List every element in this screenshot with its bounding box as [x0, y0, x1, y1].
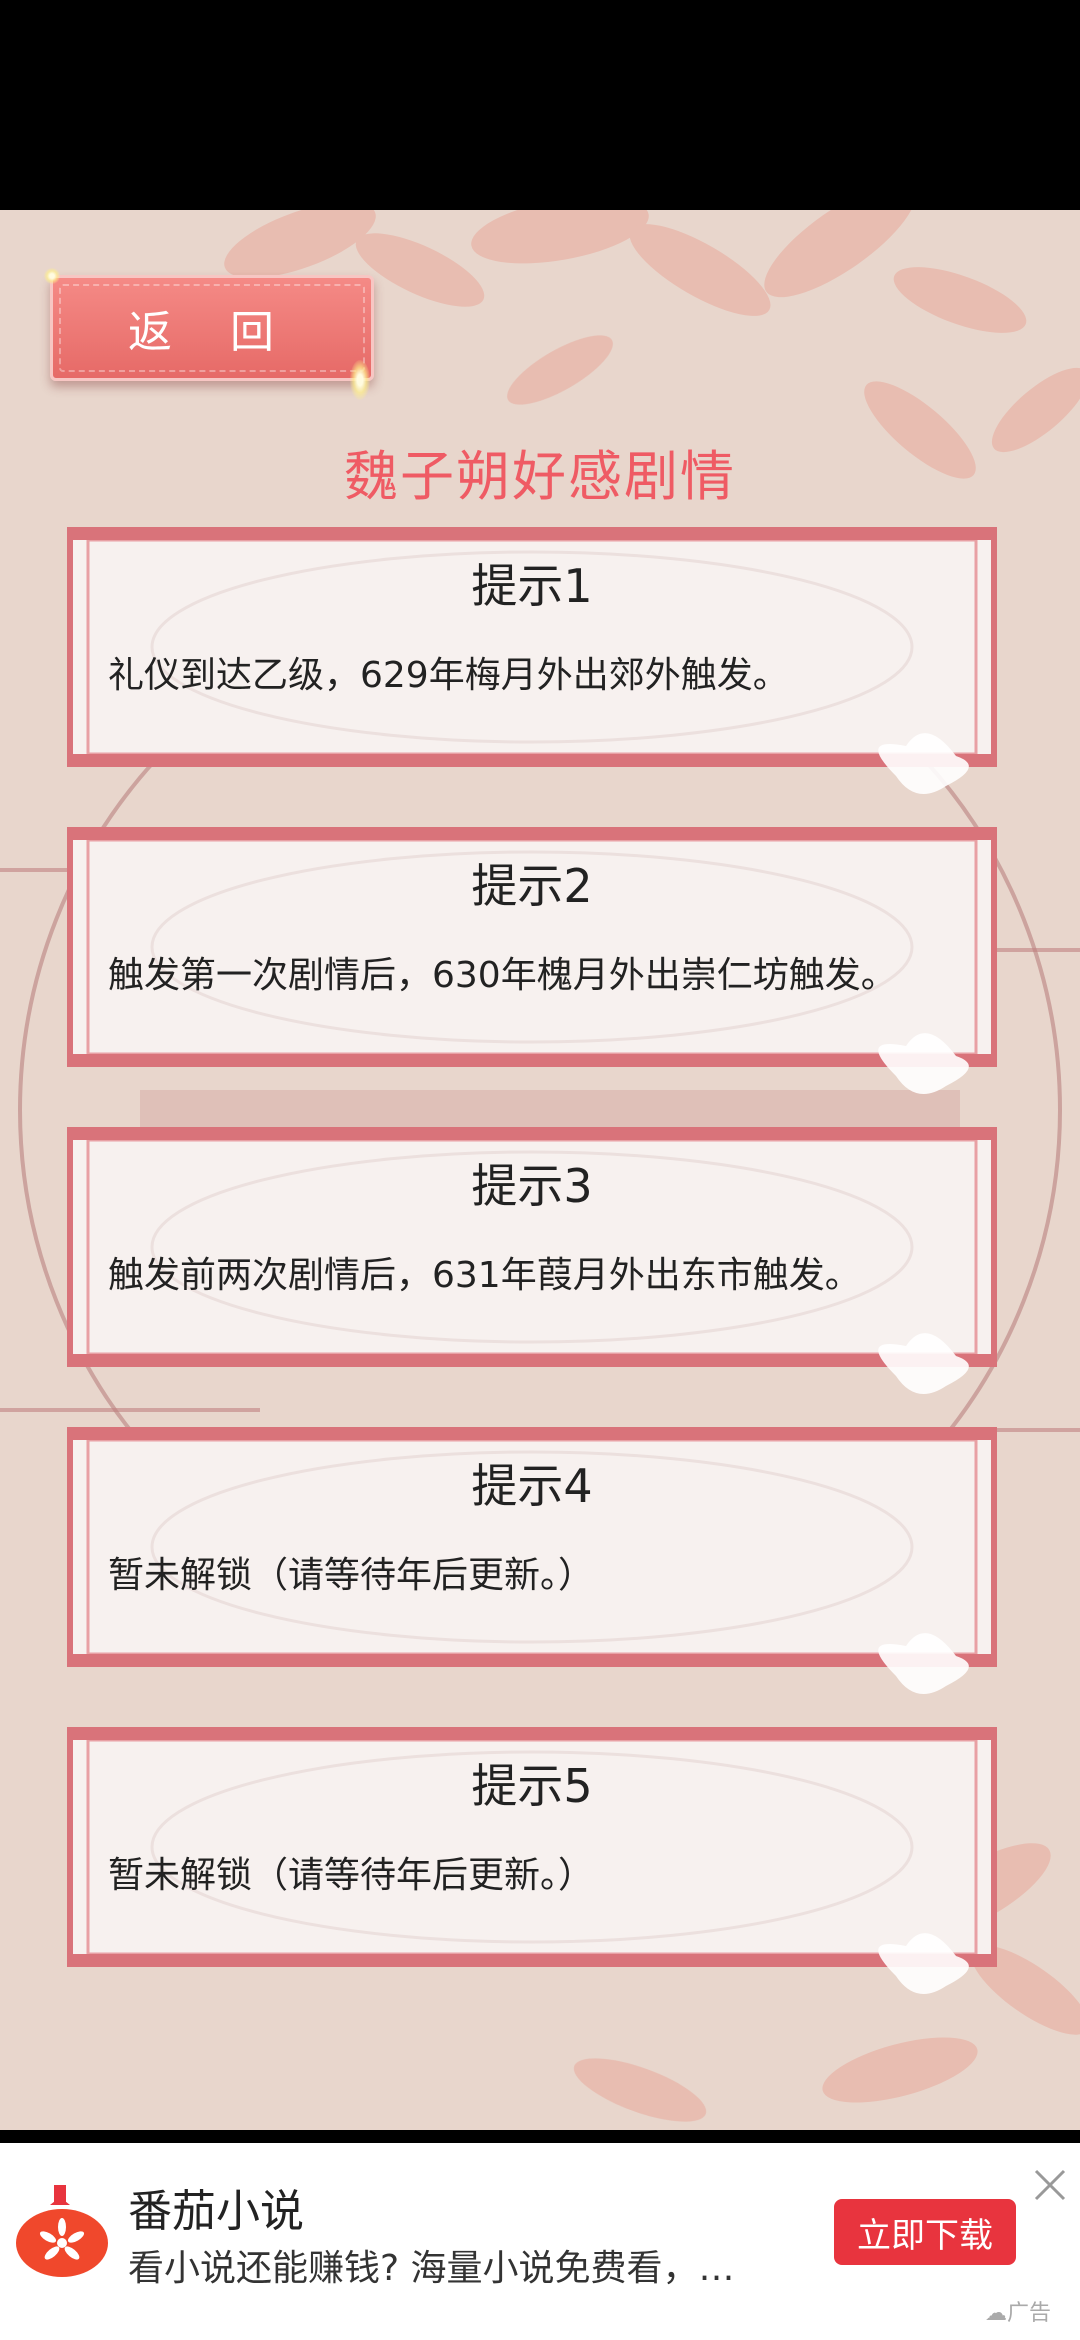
hint-title: 提示4 [471, 1459, 593, 1513]
download-button[interactable]: 立即下载 [834, 2199, 1016, 2265]
ad-tag-text: 广告 [1007, 2301, 1052, 2326]
hint-text: 礼仪到达乙级，629年梅月外出郊外触发。 [108, 655, 789, 696]
hint-title: 提示5 [471, 1759, 593, 1813]
cloud-icon: ☁ [985, 2301, 1007, 2326]
hint-title: 提示1 [471, 559, 593, 613]
hint-card: 提示2 触发第一次剧情后，630年槐月外出崇仁坊触发。 [66, 826, 998, 1094]
back-button-label: 返 回 [128, 307, 296, 358]
hint-text: 触发第一次剧情后，630年槐月外出崇仁坊触发。 [108, 955, 897, 996]
tomato-book-icon [16, 2185, 108, 2277]
hint-card: 提示3 触发前两次剧情后，631年葭月外出东市触发。 [66, 1126, 998, 1394]
hint-title: 提示3 [471, 1159, 593, 1213]
ad-app-name: 番茄小说 [128, 2186, 304, 2237]
hint-text: 暂未解锁（请等待年后更新。） [108, 1855, 595, 1896]
status-bar-area [0, 0, 1080, 210]
sparkle-icon [44, 268, 60, 284]
ad-banner[interactable]: 番茄小说 看小说还能赚钱? 海量小说免费看，… 立即下载 ☁广告 [0, 2143, 1080, 2340]
hint-card: 提示1 礼仪到达乙级，629年梅月外出郊外触发。 [66, 526, 998, 794]
sparkle-icon [350, 360, 370, 400]
back-button[interactable]: 返 回 [50, 275, 374, 381]
game-screen: 返 回 魏子朔好感剧情 提示1 礼仪到达乙级，629年梅月外出郊外触发。 提示2… [0, 210, 1080, 2130]
close-icon[interactable] [1030, 2165, 1070, 2205]
hint-text: 暂未解锁（请等待年后更新。） [108, 1555, 595, 1596]
ad-tag: ☁广告 [985, 2295, 1051, 2327]
hint-text: 触发前两次剧情后，631年葭月外出东市触发。 [108, 1255, 861, 1296]
page-title: 魏子朔好感剧情 [344, 445, 736, 508]
hint-card: 提示4 暂未解锁（请等待年后更新。） [66, 1426, 998, 1694]
ad-description: 看小说还能赚钱? 海量小说免费看，… [128, 2248, 735, 2289]
hint-title: 提示2 [471, 859, 593, 913]
hint-card: 提示5 暂未解锁（请等待年后更新。） [66, 1726, 998, 1994]
